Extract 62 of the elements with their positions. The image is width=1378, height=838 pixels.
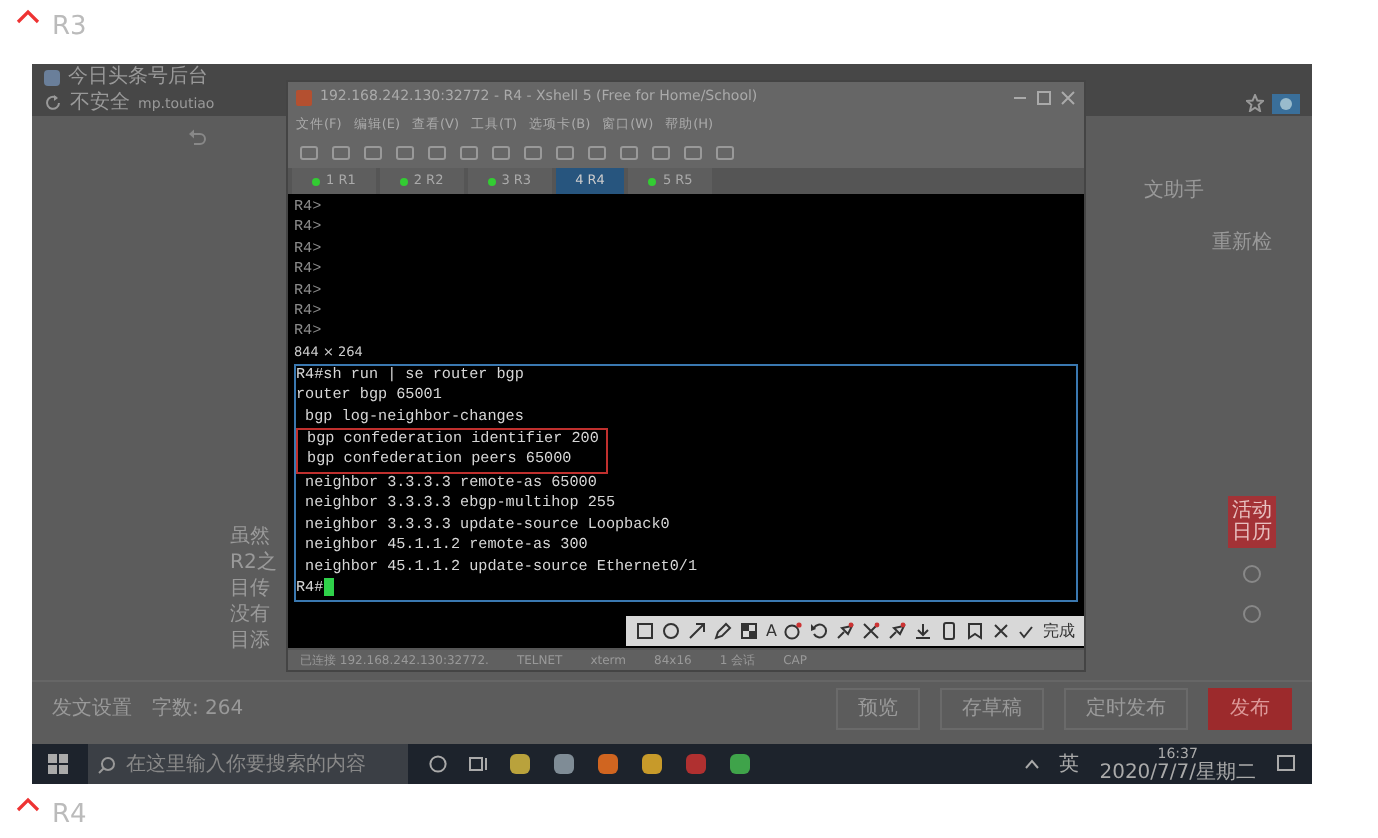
ellipse-tool-icon[interactable] [662,622,680,640]
browser-icon[interactable] [640,752,664,776]
arrow-tool-icon[interactable] [688,622,706,640]
page-icon [44,69,60,85]
star-icon[interactable] [1246,94,1264,112]
section-heading: R4 [52,798,87,834]
status-dot-icon [399,177,408,185]
settings-label: 发文设置 [52,695,132,724]
app-icon[interactable] [508,752,532,776]
app-icon[interactable] [552,752,576,776]
cursor-icon [323,577,334,596]
profile-icon[interactable] [1272,93,1300,113]
mosaic-tool-icon[interactable] [740,622,758,640]
article-text: 目添 [230,628,272,654]
collapse-caret-icon[interactable] [16,8,40,24]
side-link[interactable]: 重新检 [1212,228,1272,258]
action-button[interactable]: 预览 [836,688,920,730]
security-label: 不安全 [70,91,130,115]
article-text: 目传 [230,576,272,602]
chevron-up-icon[interactable] [1023,758,1040,770]
download-icon[interactable] [914,622,933,640]
maximize-icon[interactable] [1036,89,1052,105]
close-icon[interactable] [992,622,1011,640]
app-icon [296,89,312,105]
status-dot-icon [312,177,320,185]
pin-icon[interactable] [836,622,855,640]
chat-app-icon[interactable] [728,752,752,776]
undo-icon[interactable] [810,622,829,640]
article-text: R2之 [230,550,277,576]
side-link[interactable]: 文助手 [1144,176,1204,206]
notification-icon[interactable] [1276,754,1296,774]
section-heading: R3 [52,10,87,46]
publish-button[interactable]: 发布 [1208,688,1292,730]
cross-icon[interactable] [862,622,881,640]
search-icon [98,755,116,773]
windows-logo-icon[interactable] [48,754,68,774]
input-language[interactable]: 英 [1059,749,1080,779]
status-dot-icon [487,177,496,185]
article-text: 没有 [230,602,272,628]
task-view-icon[interactable] [468,754,488,774]
search-field[interactable]: 在这里输入你要搜索的内容 [88,744,408,784]
browser-tab-title[interactable]: 今日头条号后台 [68,65,208,89]
phone-icon[interactable] [940,622,959,640]
pen-tool-icon[interactable] [714,622,732,640]
circle-icon[interactable] [428,754,448,774]
text-tool[interactable]: A [766,621,777,641]
numbered-marker-icon[interactable] [784,622,803,640]
refresh-icon[interactable] [44,94,62,112]
pin-icon[interactable] [888,622,907,640]
word-count: 字数: 264 [152,695,244,724]
activity-button[interactable]: 活动日历 [1228,496,1276,548]
collapse-caret-icon[interactable] [16,796,40,812]
check-icon [1018,623,1035,639]
action-button[interactable]: 定时发布 [1064,688,1188,730]
status-dot-icon [648,177,657,185]
done-button[interactable]: 完成 [1018,619,1075,643]
article-text: 虽然 [230,524,272,550]
clock-date[interactable]: 2020/7/7/星期二 [1099,761,1256,783]
rectangle-tool-icon[interactable] [636,622,654,640]
browser-icon[interactable] [596,752,620,776]
action-button[interactable]: 存草稿 [940,688,1044,730]
bookmark-icon[interactable] [966,622,985,640]
